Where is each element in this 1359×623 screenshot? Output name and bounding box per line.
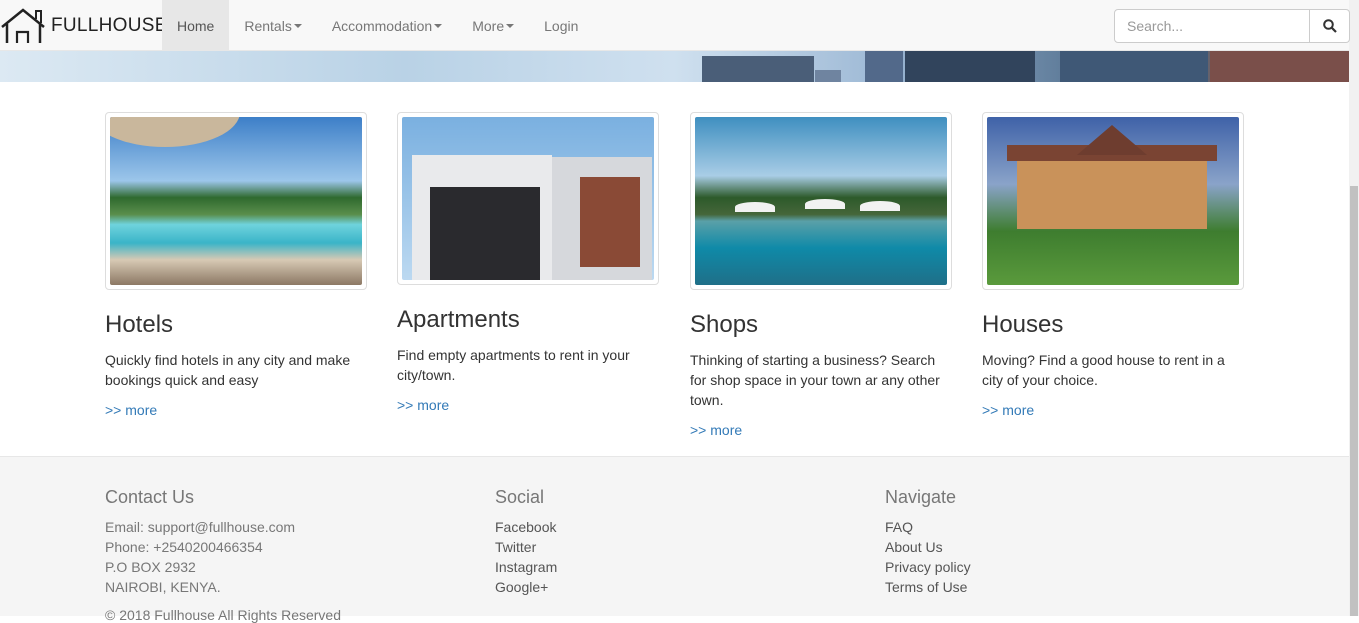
social-link-instagram[interactable]: Instagram: [495, 557, 557, 577]
nav-accommodation-label: Accommodation: [331, 17, 433, 34]
footer-social: Social Facebook Twitter Instagram Google…: [495, 485, 557, 597]
nav-link-privacy[interactable]: Privacy policy: [885, 557, 971, 577]
category-cards: Hotels Quickly find hotels in any city a…: [0, 82, 1349, 456]
search-icon: [1322, 19, 1337, 33]
contact-phone: Phone: +2540200466354: [105, 539, 263, 555]
social-link-twitter[interactable]: Twitter: [495, 537, 557, 557]
modern-apartment-photo: [402, 117, 654, 280]
page-scrollbar[interactable]: [1349, 0, 1359, 616]
search-form: [1114, 9, 1350, 43]
contact-box: P.O BOX 2932: [105, 559, 196, 575]
nav-rentals-label: Rentals: [244, 17, 292, 34]
nav-rentals[interactable]: Rentals: [229, 0, 316, 51]
card-title: Apartments: [397, 306, 520, 333]
scrollbar-thumb[interactable]: [1350, 186, 1358, 616]
nav-link-terms[interactable]: Terms of Use: [885, 577, 971, 597]
card-text: Moving? Find a good house to rent in a c…: [982, 352, 1225, 388]
card-hotels: Hotels Quickly find hotels in any city a…: [105, 112, 367, 420]
search-input[interactable]: [1114, 9, 1310, 43]
caret-down-icon: [506, 23, 515, 28]
main-nav: Home Rentals Accommodation More Login: [162, 0, 593, 51]
social-link-googleplus[interactable]: Google+: [495, 577, 557, 597]
caret-down-icon: [293, 23, 302, 28]
footer-heading: Contact Us: [105, 487, 195, 507]
brand-name: FULLHOUSE: [51, 14, 168, 36]
nav-home[interactable]: Home: [162, 0, 230, 51]
hotel-pool-photo: [110, 117, 362, 285]
card-title: Hotels: [105, 311, 174, 338]
more-link[interactable]: >> more: [105, 400, 367, 420]
nav-link-about[interactable]: About Us: [885, 537, 971, 557]
search-button[interactable]: [1310, 9, 1350, 43]
more-link[interactable]: >> more: [397, 395, 659, 415]
more-link[interactable]: >> more: [690, 420, 952, 440]
nav-more-label: More: [472, 17, 505, 34]
nav-login[interactable]: Login: [529, 0, 593, 51]
card-thumbnail[interactable]: [397, 112, 659, 285]
card-thumbnail[interactable]: [105, 112, 367, 290]
card-text: Thinking of starting a business? Search …: [690, 352, 940, 408]
card-thumbnail[interactable]: [982, 112, 1244, 290]
card-text: Quickly find hotels in any city and make…: [105, 352, 351, 388]
nav-accommodation[interactable]: Accommodation: [317, 0, 457, 51]
caret-down-icon: [434, 23, 443, 28]
footer-heading: Social: [495, 487, 545, 507]
resort-pool-photo: [695, 117, 947, 285]
card-thumbnail[interactable]: [690, 112, 952, 290]
card-title: Houses: [982, 311, 1064, 338]
contact-email: Email: support@fullhouse.com: [105, 519, 296, 535]
hero-banner: [0, 51, 1349, 82]
brick-house-photo: [987, 117, 1239, 285]
footer-navigate: Navigate FAQ About Us Privacy policy Ter…: [885, 485, 971, 597]
card-apartments: Apartments Find empty apartments to rent…: [397, 112, 659, 415]
more-link[interactable]: >> more: [982, 400, 1244, 420]
nav-home-label: Home: [177, 17, 215, 34]
footer-contact: Contact Us Email: support@fullhouse.com …: [105, 485, 295, 597]
card-shops: Shops Thinking of starting a business? S…: [690, 112, 952, 440]
house-outline-icon: [1, 7, 45, 43]
copyright-text: © 2018 Fullhouse All Rights Reserved: [105, 607, 341, 623]
footer-heading: Navigate: [885, 487, 957, 507]
card-houses: Houses Moving? Find a good house to rent…: [982, 112, 1244, 420]
footer: Contact Us Email: support@fullhouse.com …: [0, 456, 1349, 623]
card-text: Find empty apartments to rent in your ci…: [397, 347, 630, 383]
brand-logo[interactable]: FULLHOUSE: [0, 0, 168, 51]
card-title: Shops: [690, 311, 759, 338]
nav-login-label: Login: [544, 17, 579, 34]
contact-city: NAIROBI, KENYA.: [105, 579, 221, 595]
nav-link-faq[interactable]: FAQ: [885, 517, 971, 537]
top-navbar: FULLHOUSE Home Rentals Accommodation Mor…: [0, 0, 1350, 51]
social-link-facebook[interactable]: Facebook: [495, 517, 557, 537]
nav-more[interactable]: More: [457, 0, 529, 51]
